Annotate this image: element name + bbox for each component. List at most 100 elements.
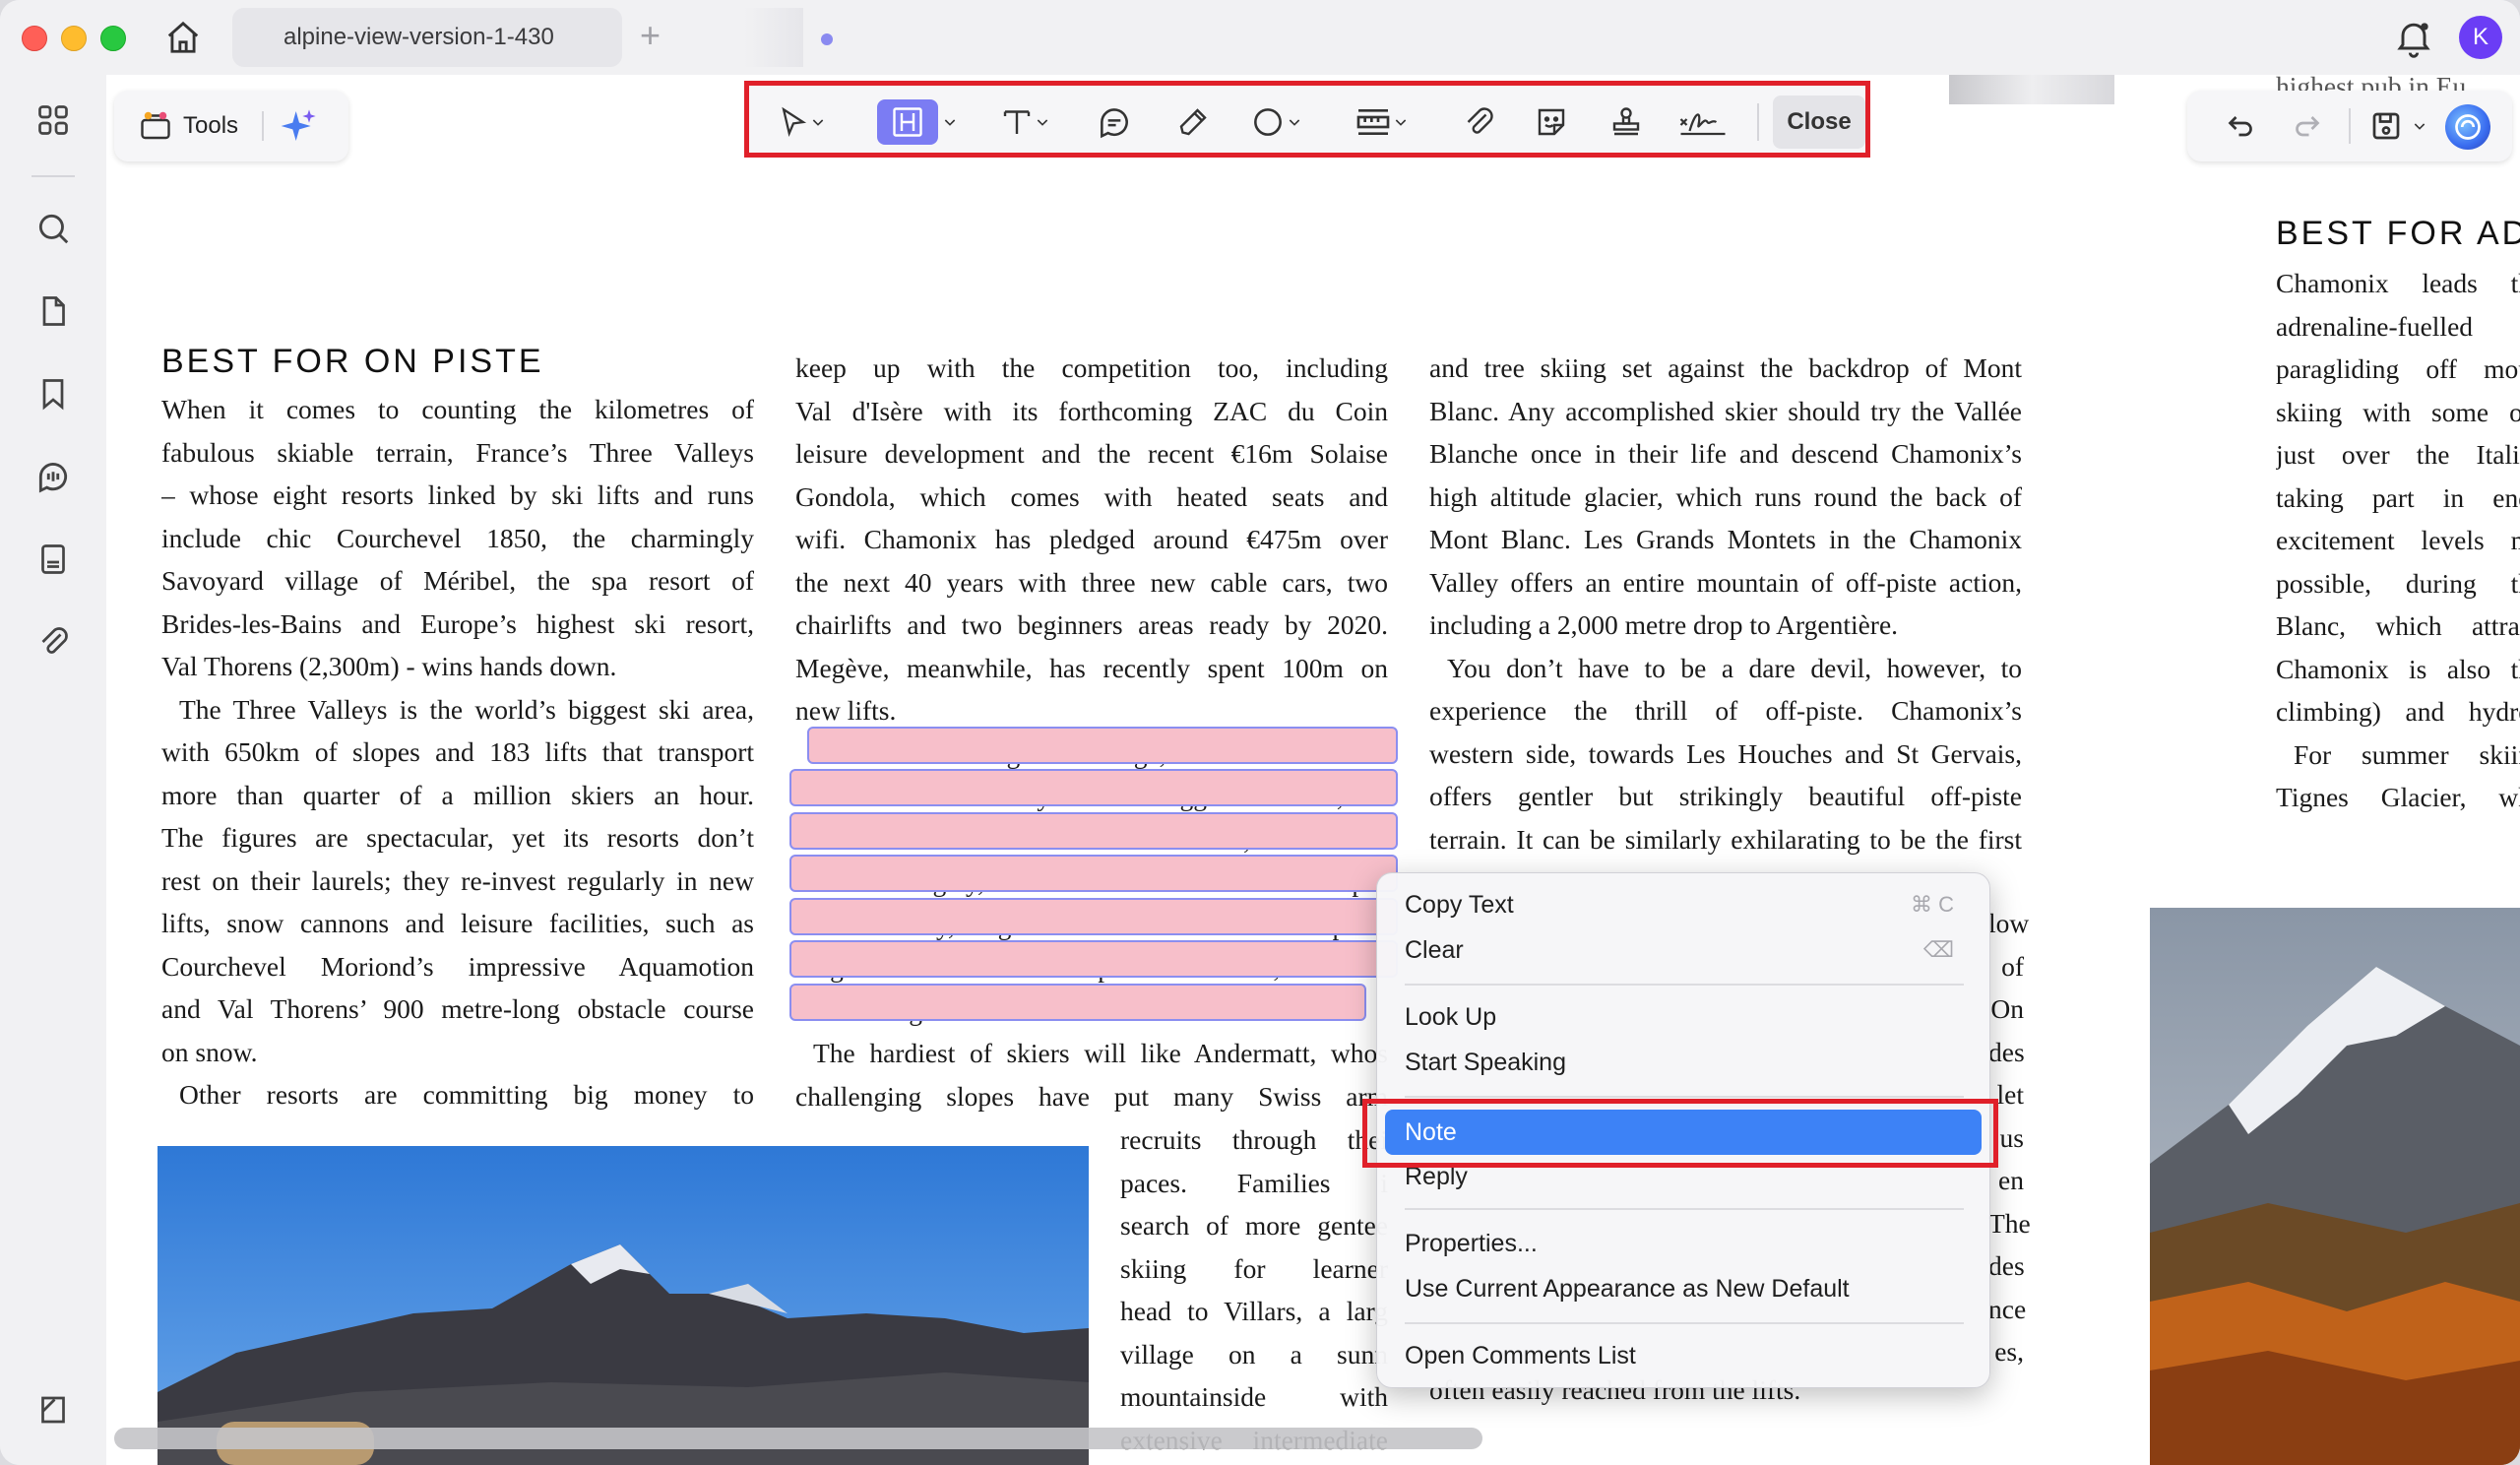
sidebar-toggle-icon xyxy=(41,1396,65,1424)
text-line: village on a sunn xyxy=(1120,1338,1388,1369)
text-line: new lifts. xyxy=(795,695,897,726)
shape-tool-button[interactable] xyxy=(1241,99,1310,145)
thumbnails-button[interactable] xyxy=(30,96,77,144)
menu-item-start-speaking[interactable]: Start Speaking xyxy=(1405,1043,1566,1082)
comment-icon xyxy=(1101,108,1128,139)
measure-tool-button[interactable] xyxy=(1340,99,1422,145)
text-line: Megève, meanwhile, has recently spent 10… xyxy=(795,652,1388,683)
text-line: Brides-les-Bains and Europe’s highest sk… xyxy=(161,607,754,639)
highlight-tool-button[interactable] xyxy=(877,99,938,145)
home-button[interactable] xyxy=(161,18,205,57)
close-toolbar-button[interactable]: Close xyxy=(1773,96,1865,149)
highlight-annotation[interactable] xyxy=(789,898,1398,935)
attachments-button[interactable] xyxy=(30,618,77,666)
user-avatar[interactable]: K xyxy=(2459,16,2502,59)
bookmarks-button[interactable] xyxy=(30,370,77,417)
tools-panel[interactable]: Tools xyxy=(114,91,348,161)
attach-tool-button[interactable] xyxy=(1454,99,1503,145)
text-line: Valley offers an entire mountain of off-… xyxy=(1429,566,2022,598)
pages-button[interactable] xyxy=(30,287,77,335)
text-line: and Val Thorens’ 900 metre-long obstacle… xyxy=(161,993,754,1024)
highlight-annotation[interactable] xyxy=(807,727,1398,764)
document-canvas[interactable]: BEST FOR ON PISTE When it comes to count… xyxy=(106,75,2520,1465)
highlight-annotation[interactable] xyxy=(789,769,1398,806)
signature-icon xyxy=(1679,113,1726,136)
stamp-tool-button[interactable] xyxy=(1602,99,1651,145)
tools-label: Tools xyxy=(183,112,239,139)
save-icon[interactable] xyxy=(2368,108,2404,144)
pencil-tool-button[interactable] xyxy=(1168,99,1218,145)
window-close-button[interactable] xyxy=(22,26,47,51)
redo-icon[interactable] xyxy=(2290,108,2325,144)
undo-icon[interactable] xyxy=(2223,108,2258,144)
comments-button[interactable] xyxy=(30,453,77,500)
new-tab-button[interactable]: + xyxy=(640,16,661,55)
highlight-annotation[interactable] xyxy=(789,812,1398,850)
window-minimize-button[interactable] xyxy=(61,26,87,51)
menu-item-copy-text[interactable]: Copy Text xyxy=(1405,885,1514,924)
chevron-down-icon[interactable] xyxy=(942,114,958,130)
text-line: Courchevel Moriond’s impressive Aquamoti… xyxy=(161,950,754,982)
right-toolbar xyxy=(2187,91,2512,161)
select-icon xyxy=(782,106,807,137)
text-line: western side, towards Les Houches and St… xyxy=(1429,737,2022,769)
text-line: keep up with the competition too, includ… xyxy=(795,352,1388,383)
ruler-icon xyxy=(1356,109,1390,135)
text-fragment: On xyxy=(1990,993,2024,1024)
home-icon xyxy=(167,21,199,53)
menu-item-clear[interactable]: Clear xyxy=(1405,930,1464,970)
ai-sparkle-icon[interactable] xyxy=(280,106,319,146)
highlight-annotation[interactable] xyxy=(789,855,1398,892)
text-line: Blanc. Any accomplished skier should try… xyxy=(1429,395,2022,426)
text-line: Mont Blanc. Les Grands Montets in the Ch… xyxy=(1429,524,2022,554)
menu-item-open-comments-list[interactable]: Open Comments List xyxy=(1405,1336,1636,1375)
text-fragment: The xyxy=(1988,1207,2031,1239)
notifications-button[interactable] xyxy=(2392,16,2435,59)
highlight-annotation[interactable] xyxy=(789,940,1398,978)
text-line: The hardiest of skiers will like Anderma… xyxy=(813,1038,1388,1068)
menu-separator xyxy=(1405,1096,1964,1098)
chevron-down-icon[interactable] xyxy=(2412,118,2427,134)
forms-button[interactable] xyxy=(30,536,77,583)
document-tab[interactable]: alpine-view-version-1-430 xyxy=(232,8,833,67)
signature-tool-button[interactable] xyxy=(1670,99,1735,145)
sticker-tool-button[interactable] xyxy=(1527,99,1576,145)
ai-assistant-button[interactable] xyxy=(2445,104,2490,150)
toolbox-icon xyxy=(141,111,170,140)
grid-icon xyxy=(38,105,68,135)
app-window: alpine-view-version-1-430 + K BEST FOR O… xyxy=(0,0,2520,1465)
ai-assistant-icon xyxy=(2455,114,2481,140)
menu-item-use-current-appearance[interactable]: Use Current Appearance as New Default xyxy=(1405,1269,1850,1308)
search-button[interactable] xyxy=(30,205,77,252)
mountain-photo xyxy=(158,1146,1089,1465)
pencil-icon xyxy=(1179,108,1207,136)
text-line: Blanche once in their life and descend C… xyxy=(1429,438,2022,469)
select-tool-button[interactable] xyxy=(769,99,834,145)
text-line: When it comes to counting the kilometres… xyxy=(161,394,754,424)
text-line: head to Villars, a larg xyxy=(1120,1296,1388,1326)
tab-title: alpine-view-version-1-430 xyxy=(284,24,554,50)
stamp-icon xyxy=(1612,107,1640,136)
text-line: experience the thrill of off-piste. Cham… xyxy=(1429,695,2022,726)
highlight-icon xyxy=(893,107,922,137)
text-line: Chamonix leads th xyxy=(2276,268,2520,298)
text-line: rest on their laurels; they re-invest re… xyxy=(161,864,754,896)
comment-tool-button[interactable] xyxy=(1090,99,1139,145)
sidebar-toggle-button[interactable] xyxy=(30,1386,77,1433)
text-line: leisure development and the recent €16m … xyxy=(795,438,1388,469)
text-line: skiing for learner xyxy=(1120,1252,1388,1284)
attach-icon xyxy=(1467,107,1493,134)
toolbar-divider xyxy=(2349,108,2351,144)
highlight-annotation[interactable] xyxy=(789,984,1366,1021)
note-callout-outline xyxy=(1362,1099,1998,1168)
chevron-down-icon xyxy=(812,119,824,126)
text-tool-button[interactable] xyxy=(985,99,1064,145)
paperclip-icon xyxy=(41,627,68,654)
text-fragment: es, xyxy=(1994,1336,2024,1367)
window-maximize-button[interactable] xyxy=(100,26,126,51)
text-icon xyxy=(1003,110,1031,134)
page-icon xyxy=(42,296,65,326)
menu-item-properties[interactable]: Properties... xyxy=(1405,1224,1538,1263)
horizontal-scrollbar[interactable] xyxy=(114,1428,1482,1449)
menu-item-look-up[interactable]: Look Up xyxy=(1405,997,1496,1037)
